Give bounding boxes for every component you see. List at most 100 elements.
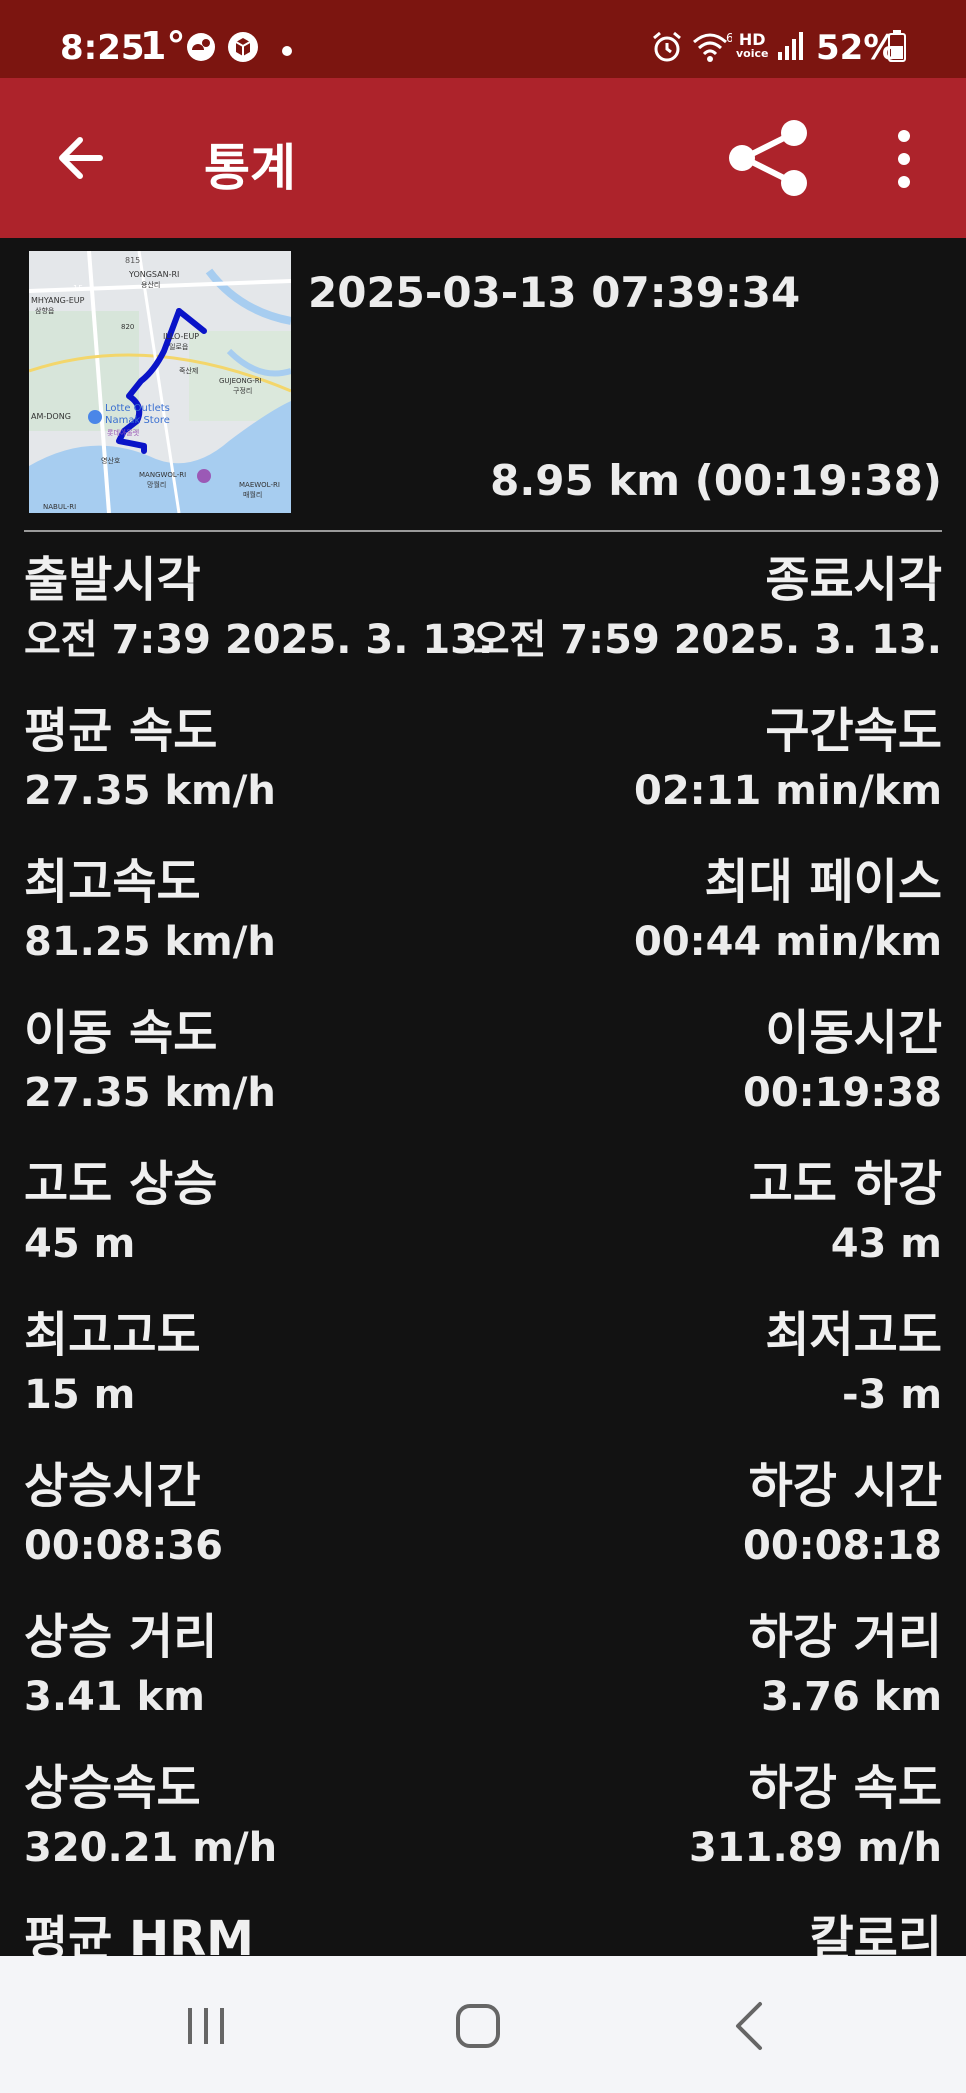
navigation-bar — [0, 1956, 966, 2093]
stat-row-climb-time: 상승시간 00:08:36 하강 시간 00:08:18 — [24, 1454, 942, 1605]
stat-value: 3.41 km — [24, 1674, 205, 1720]
stat-label: 이동 속도 — [24, 1005, 218, 1061]
map-label: 롯데아울렛 — [107, 428, 140, 437]
stat-ascent-distance: 상승 거리 3.41 km — [24, 1605, 217, 1725]
divider — [24, 530, 942, 532]
back-icon[interactable] — [720, 1996, 780, 2056]
start-datetime: 2025-03-13 07:39:34 — [308, 268, 801, 317]
stat-row-elevation-extremes: 최고고도 15 m 최저고도 -3 m — [24, 1303, 942, 1454]
app-box-icon — [228, 32, 258, 62]
stat-value: 43 m — [830, 1221, 942, 1267]
stat-label: 출발시각 — [24, 552, 201, 608]
battery-percent: 52% — [816, 28, 898, 68]
back-arrow-icon[interactable] — [50, 126, 114, 190]
stat-descent-speed: 하강 속도 311.89 m/h — [689, 1756, 942, 1876]
stat-label: 최대 페이스 — [704, 854, 942, 910]
page-title: 통계 — [204, 139, 296, 197]
home-icon[interactable] — [448, 1996, 508, 2056]
recent-apps-icon[interactable] — [176, 1996, 236, 2056]
map-label: Lotte Outlets — [105, 403, 170, 414]
stat-descent-time: 하강 시간 00:08:18 — [743, 1454, 942, 1574]
stat-label: 하강 속도 — [748, 1760, 942, 1816]
stat-max-speed: 최고속도 81.25 km/h — [24, 850, 276, 970]
map-label: 820 — [121, 323, 134, 331]
stat-label: 상승 거리 — [24, 1609, 218, 1665]
stat-value: 00:19:38 — [743, 1070, 942, 1116]
stat-value: 00:44 min/km — [633, 919, 942, 965]
weather-icon — [187, 33, 215, 61]
stat-end-time: 종료시각 오전 7:59 2025. 3. 13. — [473, 548, 942, 668]
stat-max-elevation: 최고고도 15 m — [24, 1303, 201, 1423]
notification-dot — [282, 46, 292, 56]
stat-row-climb-speed: 상승속도 320.21 m/h 하강 속도 311.89 m/h — [24, 1756, 942, 1907]
stat-value: 27.35 km/h — [24, 1070, 276, 1116]
battery-icon — [888, 30, 906, 62]
hd-voice-bottom: voice — [736, 47, 769, 60]
hd-voice-top: HD — [738, 30, 766, 49]
stat-value: 3.76 km — [761, 1674, 942, 1720]
stat-value: 00:08:36 — [24, 1523, 223, 1569]
map-label: MANGWOL-RI — [139, 471, 186, 479]
map-label: 용산리 — [141, 280, 160, 289]
stat-row-elevation-change: 고도 상승 45 m 고도 하강 43 m — [24, 1152, 942, 1303]
map-label: 매월리 — [243, 490, 262, 499]
stat-value: 320.21 m/h — [24, 1825, 278, 1871]
map-label: 구정리 — [233, 386, 252, 395]
stat-label: 평균 속도 — [24, 703, 218, 759]
stat-value: 02:11 min/km — [633, 768, 942, 814]
map-label: 일로읍 — [169, 342, 189, 351]
stat-label: 하강 거리 — [748, 1609, 942, 1665]
stat-row-speed: 평균 속도 27.35 km/h 구간속도 02:11 min/km — [24, 699, 942, 850]
stat-label: 최저고도 — [765, 1307, 942, 1363]
stat-label: 하강 시간 — [748, 1458, 942, 1514]
stat-row-climb-distance: 상승 거리 3.41 km 하강 거리 3.76 km — [24, 1605, 942, 1756]
stat-label: 고도 상승 — [24, 1156, 218, 1212]
map-label: GUJEONG-RI — [219, 377, 262, 385]
stat-value: 오전 7:39 2025. 3. 13. — [24, 617, 494, 663]
stat-ascent-speed: 상승속도 320.21 m/h — [24, 1756, 277, 1876]
wifi-icon: 6 — [693, 31, 732, 62]
stat-value: 311.89 m/h — [688, 1825, 942, 1871]
signal-icon — [778, 32, 803, 60]
share-icon[interactable] — [726, 120, 812, 196]
map-label: 영산호 — [101, 456, 121, 465]
map-label: 815 — [125, 256, 140, 265]
map-label: MAEWOL-RI — [239, 481, 280, 489]
stat-label: 구간속도 — [765, 703, 942, 759]
status-time: 8:25 — [60, 28, 145, 68]
hd-voice-icon: HD voice — [736, 32, 768, 60]
stat-label: 상승시간 — [24, 1458, 201, 1514]
map-label: Namak Store — [105, 415, 170, 426]
stat-label: 고도 하강 — [748, 1156, 942, 1212]
stat-start-time: 출발시각 오전 7:39 2025. 3. 13. — [24, 548, 493, 668]
stat-descent-distance: 하강 거리 3.76 km — [749, 1605, 942, 1725]
stat-label: 최고속도 — [24, 854, 201, 910]
status-temperature: 1° — [140, 24, 186, 68]
app-bar: 통계 — [0, 78, 966, 238]
map-label: AM-DONG — [31, 412, 71, 421]
alarm-icon — [653, 31, 681, 62]
stat-max-pace: 최대 페이스 00:44 min/km — [634, 850, 942, 970]
route-map-thumbnail[interactable]: 815 YONGSAN-RI 용산리 15 MHYANG-EUP 삼향읍 820… — [29, 251, 291, 513]
status-bar: 8:25 1° 6 HD voice 52% — [0, 0, 966, 78]
map-label: MHYANG-EUP — [31, 296, 85, 305]
stat-label: 종료시각 — [765, 552, 942, 608]
stat-row-start-end-time: 출발시각 오전 7:39 2025. 3. 13. 종료시각 오전 7:59 2… — [24, 548, 942, 699]
more-vertical-icon[interactable] — [880, 124, 928, 194]
stat-value: -3 m — [841, 1372, 942, 1418]
stat-label: 상승속도 — [24, 1760, 201, 1816]
stat-average-speed: 평균 속도 27.35 km/h — [24, 699, 276, 819]
stat-value: 27.35 km/h — [24, 768, 276, 814]
stat-value: 45 m — [24, 1221, 136, 1267]
map-label: 15 — [73, 284, 83, 293]
map-label: 죽산제 — [179, 366, 198, 375]
svg-text:6: 6 — [726, 31, 732, 45]
stat-label: 이동시간 — [765, 1005, 942, 1061]
stat-ascent-time: 상승시간 00:08:36 — [24, 1454, 223, 1574]
stat-elevation-gain: 고도 상승 45 m — [24, 1152, 217, 1272]
route-map: 815 YONGSAN-RI 용산리 15 MHYANG-EUP 삼향읍 820… — [29, 251, 291, 513]
distance-duration: 8.95 km (00:19:38) — [490, 456, 942, 505]
map-label: 망월리 — [147, 480, 166, 489]
stat-label: 최고고도 — [24, 1307, 201, 1363]
stat-elevation-loss: 고도 하강 43 m — [749, 1152, 942, 1272]
